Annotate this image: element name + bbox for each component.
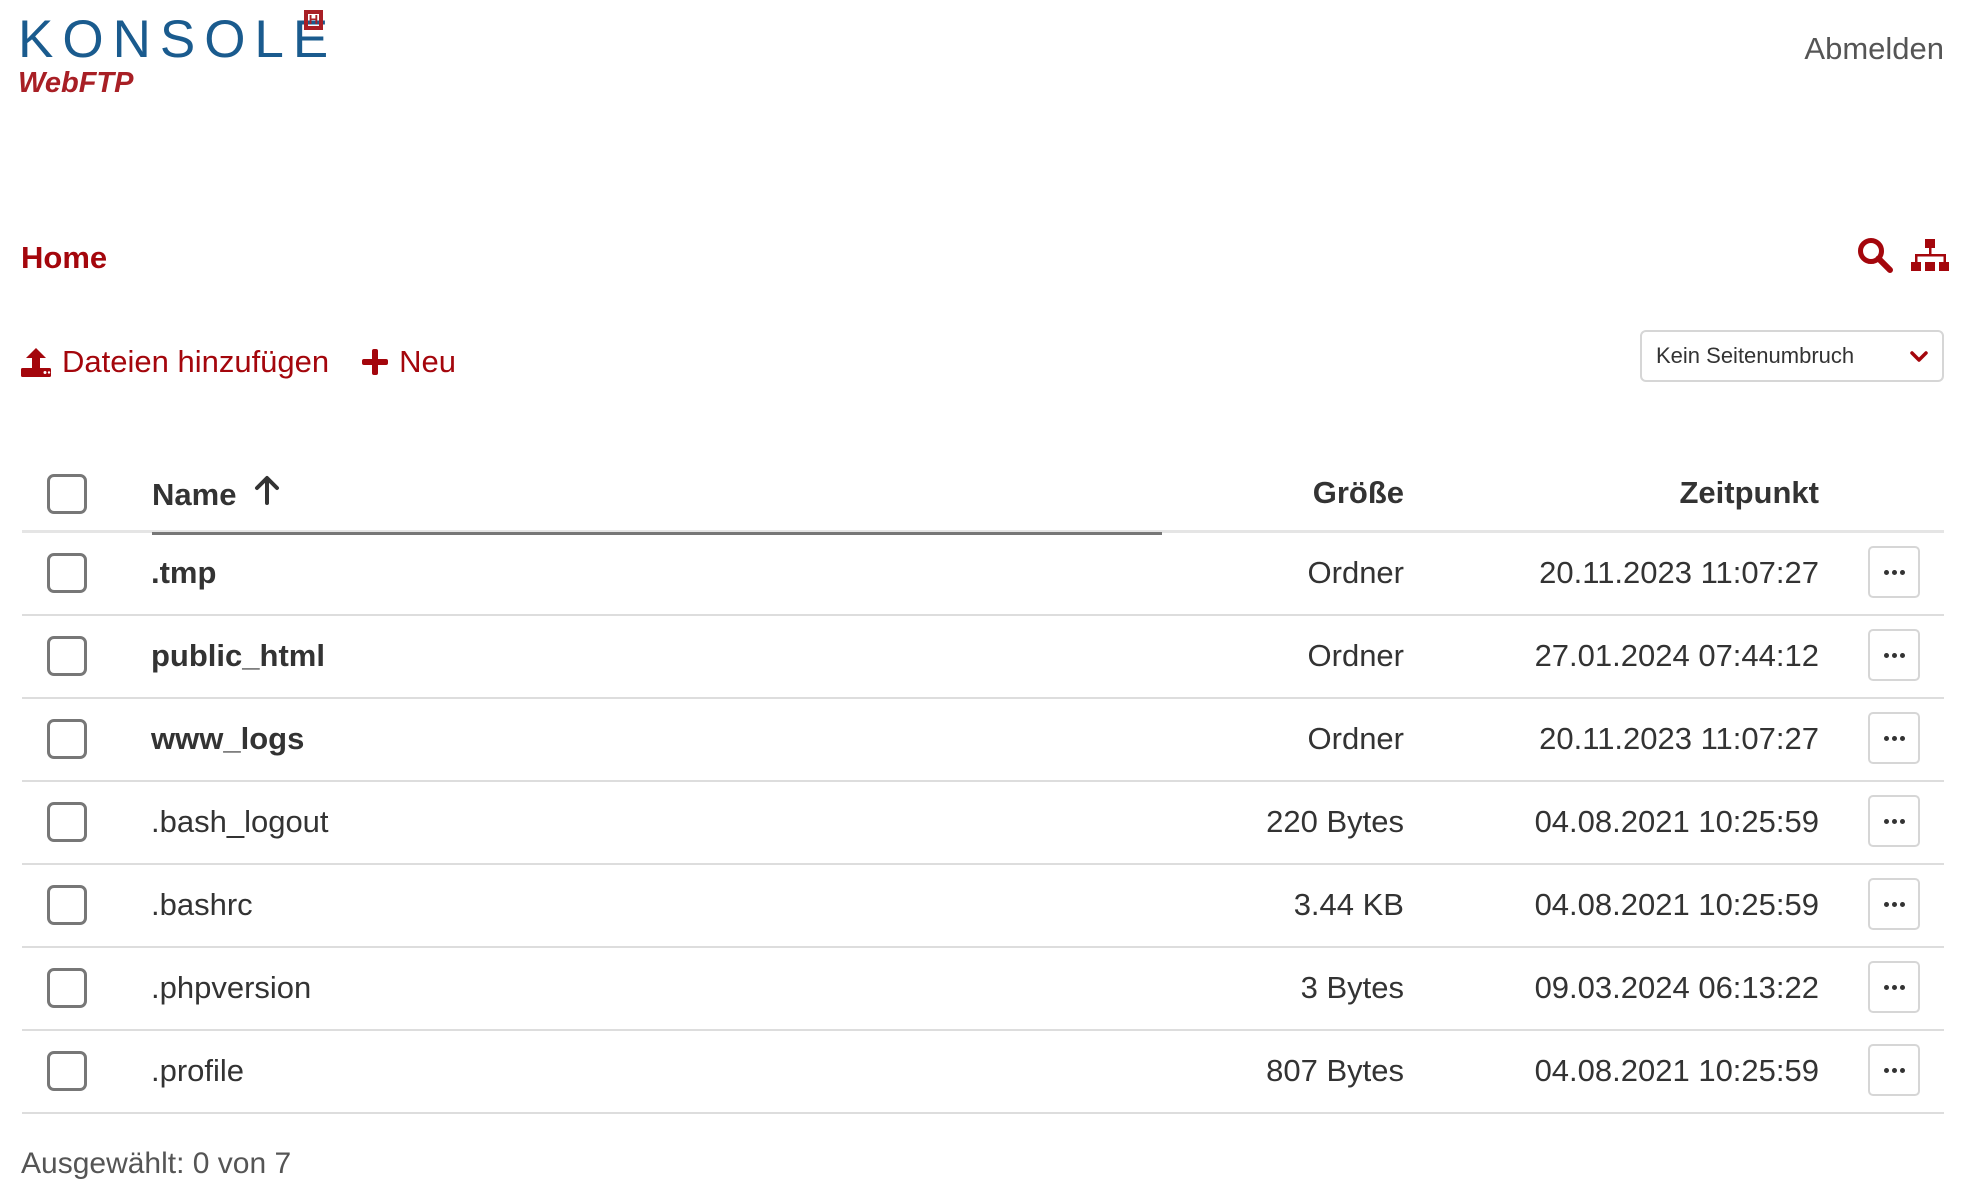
row-actions-button[interactable] xyxy=(1868,1044,1920,1096)
row-checkbox[interactable] xyxy=(47,719,87,759)
search-icon[interactable] xyxy=(1856,236,1894,274)
table-row[interactable]: .bash_logout 220 Bytes 04.08.2021 10:25:59 xyxy=(22,782,1944,865)
breadcrumb-home[interactable]: Home xyxy=(21,236,107,280)
row-actions-button[interactable] xyxy=(1868,878,1920,930)
view-tools xyxy=(1856,236,1949,274)
file-size: Ordner xyxy=(1307,721,1404,756)
logo-wordmark: KONSOLE xyxy=(18,10,338,69)
file-timestamp: 04.08.2021 10:25:59 xyxy=(1534,804,1819,839)
file-timestamp: 27.01.2024 07:44:12 xyxy=(1534,638,1819,673)
row-checkbox[interactable] xyxy=(47,885,87,925)
add-files-label: Dateien hinzufügen xyxy=(62,344,330,379)
file-name[interactable]: .bash_logout xyxy=(151,782,329,863)
pagination-select-value: Kein Seitenumbruch xyxy=(1656,343,1855,368)
file-name[interactable]: .tmp xyxy=(151,533,216,614)
file-name[interactable]: public_html xyxy=(151,616,325,697)
ellipsis-icon xyxy=(1883,984,1905,990)
table-row[interactable]: public_html Ordner 27.01.2024 07:44:12 xyxy=(22,616,1944,699)
ellipsis-icon xyxy=(1883,818,1905,824)
table-row[interactable]: .tmp Ordner 20.11.2023 11:07:27 xyxy=(22,533,1944,616)
column-name-label: Name xyxy=(152,477,237,512)
selection-status: Ausgewählt: 0 von 7 xyxy=(21,1147,292,1180)
add-files-button[interactable]: Dateien hinzufügen xyxy=(20,340,329,384)
file-size: Ordner xyxy=(1307,638,1404,673)
file-table: Name Größe Zeitpunkt .tmp Ordner 20.11.202… xyxy=(22,458,1944,1114)
table-body: .tmp Ordner 20.11.2023 11:07:27 public_html… xyxy=(22,533,1944,1114)
row-actions-button[interactable] xyxy=(1868,546,1920,598)
row-actions-button[interactable] xyxy=(1868,629,1920,681)
ellipsis-icon xyxy=(1883,901,1905,907)
ellipsis-icon xyxy=(1883,652,1905,658)
file-size: 3 Bytes xyxy=(1300,970,1404,1005)
chevron-down-icon xyxy=(1910,343,1928,369)
plus-icon xyxy=(361,348,399,376)
file-name[interactable]: .phpversion xyxy=(151,948,311,1029)
konsole-webftp-logo: KONSOLE H WebFTP xyxy=(18,10,338,100)
file-name[interactable]: .profile xyxy=(151,1031,244,1112)
row-actions-button[interactable] xyxy=(1868,961,1920,1013)
row-checkbox[interactable] xyxy=(47,636,87,676)
file-size: 220 Bytes xyxy=(1266,804,1404,839)
row-checkbox[interactable] xyxy=(47,968,87,1008)
arrow-up-icon xyxy=(254,460,280,530)
logout-link[interactable]: Abmelden xyxy=(1804,26,1944,72)
table-row[interactable]: www_logs Ordner 20.11.2023 11:07:27 xyxy=(22,699,1944,782)
row-actions-button[interactable] xyxy=(1868,712,1920,764)
column-header-time[interactable]: Zeitpunkt xyxy=(1680,458,1820,530)
table-header: Name Größe Zeitpunkt xyxy=(22,458,1944,535)
upload-icon xyxy=(20,346,62,378)
logo-subtitle: WebFTP xyxy=(18,67,134,99)
file-size: 807 Bytes xyxy=(1266,1053,1404,1088)
column-header-size[interactable]: Größe xyxy=(1313,458,1404,530)
file-timestamp: 20.11.2023 11:07:27 xyxy=(1539,721,1819,756)
table-row[interactable]: .bashrc 3.44 KB 04.08.2021 10:25:59 xyxy=(22,865,1944,948)
select-all-checkbox[interactable] xyxy=(47,474,87,514)
ellipsis-icon xyxy=(1883,735,1905,741)
column-header-name[interactable]: Name xyxy=(152,458,1162,535)
new-button[interactable]: Neu xyxy=(361,340,456,384)
ellipsis-icon xyxy=(1883,1067,1905,1073)
pagination-select[interactable]: Kein Seitenumbruch xyxy=(1640,330,1944,382)
file-timestamp: 04.08.2021 10:25:59 xyxy=(1534,887,1819,922)
file-size: Ordner xyxy=(1307,555,1404,590)
row-checkbox[interactable] xyxy=(47,553,87,593)
table-row[interactable]: .phpversion 3 Bytes 09.03.2024 06:13:22 xyxy=(22,948,1944,1031)
logo-mark-icon: H xyxy=(304,10,323,30)
table-row[interactable]: .profile 807 Bytes 04.08.2021 10:25:59 xyxy=(22,1031,1944,1114)
file-toolbar: Dateien hinzufügen Neu xyxy=(20,340,456,384)
new-label: Neu xyxy=(399,344,457,379)
row-checkbox[interactable] xyxy=(47,1051,87,1091)
file-timestamp: 09.03.2024 06:13:22 xyxy=(1534,970,1819,1005)
ellipsis-icon xyxy=(1883,569,1905,575)
file-timestamp: 20.11.2023 11:07:27 xyxy=(1539,555,1819,590)
file-name[interactable]: www_logs xyxy=(151,699,304,780)
sitemap-icon[interactable] xyxy=(1910,236,1949,274)
row-actions-button[interactable] xyxy=(1868,795,1920,847)
file-size: 3.44 KB xyxy=(1293,887,1404,922)
file-timestamp: 04.08.2021 10:25:59 xyxy=(1534,1053,1819,1088)
file-name[interactable]: .bashrc xyxy=(151,865,253,946)
row-checkbox[interactable] xyxy=(47,802,87,842)
